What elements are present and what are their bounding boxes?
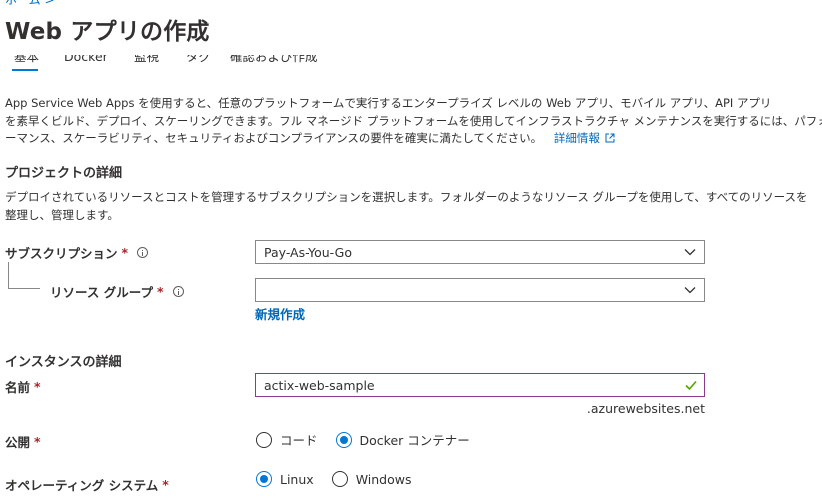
learn-more-link[interactable]: 詳細情報 (554, 131, 616, 145)
project-desc-line: デプロイされているリソースとコストを管理するサブスクリプションを選択します。フォ… (5, 190, 808, 204)
required-marker: * (34, 434, 41, 449)
os-linux-radio[interactable] (256, 471, 272, 487)
publish-code-radio[interactable] (256, 431, 272, 448)
project-desc-line: 整理し、管理します。 (5, 207, 119, 222)
chevron-down-icon (684, 249, 696, 256)
required-marker: * (162, 477, 169, 492)
info-icon[interactable] (137, 247, 149, 258)
required-marker: * (34, 379, 41, 394)
intro-line: を素早くビルド、デプロイ、スケーリングできます。フル マネージド プラットフォー… (5, 113, 822, 128)
create-web-app-page: ホーム > Web アプリの作成 基本 Docker 監視 タグ 確認および作成… (0, 0, 822, 500)
required-marker: * (121, 245, 129, 260)
tab-tags[interactable]: タグ (186, 55, 211, 64)
chevron-down-icon (684, 287, 696, 294)
publish-docker-radio[interactable] (335, 431, 352, 448)
os-windows-radio[interactable] (331, 471, 348, 487)
subscription-dropdown[interactable]: Pay-As-You-Go (255, 240, 705, 264)
publish-label: 公開 * (5, 434, 41, 450)
instance-details-title: インスタンスの詳細 (5, 355, 122, 370)
intro-line: ーマンス、スケーラビリティ、セキュリティおよびコンプライアンスの要件を確実に満た… (5, 130, 822, 148)
resource-group-dropdown[interactable] (255, 278, 705, 302)
intro-line: App Service Web Apps を使用すると、任意のプラットフォームで… (5, 96, 772, 110)
os-label: オペレーティング システム * (5, 477, 169, 493)
radio-label[interactable]: コード (280, 430, 318, 449)
create-new-resource-group-link[interactable]: 新規作成 (255, 304, 305, 323)
tab-docker[interactable]: Docker (64, 55, 108, 64)
external-link-icon (605, 133, 615, 143)
resource-group-label: リソース グループ * (50, 282, 184, 301)
publish-radio-group: コード Docker コンテナー (256, 430, 470, 449)
intro-text: App Service Web Apps を使用すると、任意のプラットフォームで… (5, 95, 822, 148)
breadcrumb[interactable]: ホーム > (5, 0, 55, 8)
tab-monitoring[interactable]: 監視 (134, 55, 159, 64)
name-label: 名前 * (5, 379, 41, 395)
domain-suffix: .azurewebsites.net (586, 401, 705, 416)
info-icon[interactable] (172, 286, 184, 297)
subscription-label: サブスクリプション * (5, 243, 149, 262)
tab-bar: 基本 Docker 監視 タグ 確認および作成 (0, 55, 400, 77)
radio-label[interactable]: Linux (280, 472, 314, 487)
active-tab-indicator (12, 69, 38, 71)
os-radio-group: Linux Windows (256, 471, 412, 487)
tab-review-create[interactable]: 確認および作成 (230, 55, 318, 64)
app-name-input[interactable]: actix-web-sample (255, 373, 705, 397)
tree-connector (8, 262, 9, 288)
tree-connector (8, 288, 40, 289)
radio-label[interactable]: Docker コンテナー (360, 430, 470, 449)
tab-basics[interactable]: 基本 (14, 55, 39, 64)
project-description: デプロイされているリソースとコストを管理するサブスクリプションを選択します。フォ… (5, 189, 808, 224)
required-marker: * (156, 284, 164, 299)
project-details-title: プロジェクトの詳細 (5, 166, 123, 181)
radio-label[interactable]: Windows (356, 472, 412, 487)
checkmark-icon (685, 380, 697, 391)
page-title: Web アプリの作成 (5, 19, 210, 45)
